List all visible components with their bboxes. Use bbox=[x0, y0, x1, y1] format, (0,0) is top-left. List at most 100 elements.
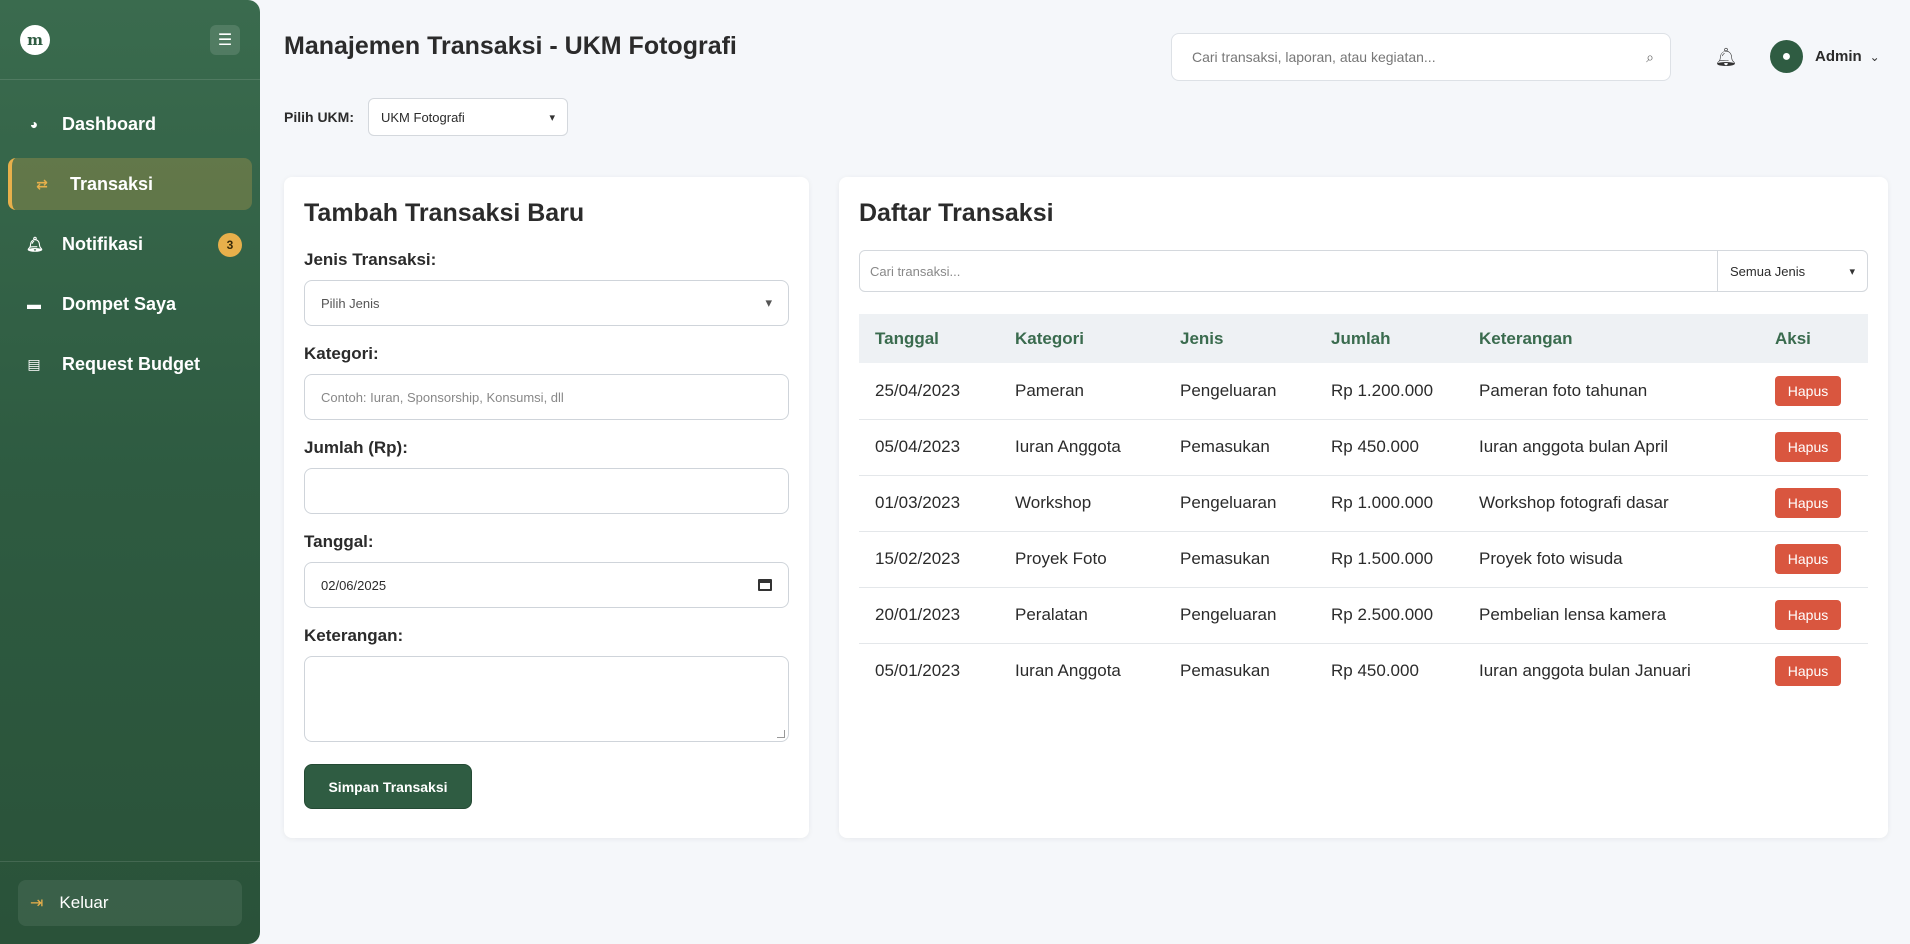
sidebar-item-dompet[interactable]: ▬ Dompet Saya bbox=[0, 278, 260, 330]
cell-aksi: Hapus bbox=[1759, 419, 1868, 476]
column-header-jumlah: Jumlah bbox=[1331, 328, 1391, 348]
cell-keterangan: Workshop fotografi dasar bbox=[1463, 475, 1759, 532]
cell-keterangan: Proyek foto wisuda bbox=[1463, 531, 1759, 588]
logout-label: Keluar bbox=[59, 893, 109, 912]
global-search-placeholder: Cari transaksi, laporan, atau kegiatan..… bbox=[1192, 49, 1436, 65]
cell-tanggal: 05/01/2023 bbox=[875, 661, 961, 681]
cell-jumlah: Rp 2.500.000 bbox=[1315, 587, 1463, 644]
delete-button[interactable]: Hapus bbox=[1775, 488, 1841, 518]
cell-kategori: Iuran Anggota bbox=[999, 419, 1164, 476]
sidebar-footer: ⇥ Keluar bbox=[0, 861, 260, 944]
cell-aksi: Hapus bbox=[1759, 475, 1868, 532]
cell-jumlah: Rp 1.500.000 bbox=[1315, 531, 1463, 588]
exchange-arrows-icon: ⇄ bbox=[36, 175, 48, 192]
cell-kategori: Pameran bbox=[999, 363, 1164, 420]
calendar-icon[interactable] bbox=[758, 579, 772, 591]
cell-tanggal: 20/01/2023 bbox=[859, 587, 999, 644]
column-header-aksi: Aksi bbox=[1775, 328, 1811, 348]
cell-kategori: Peralatan bbox=[999, 587, 1164, 644]
sidebar-item-label: Transaksi bbox=[70, 173, 154, 194]
cell-jumlah: Rp 450.000 bbox=[1331, 661, 1419, 681]
table-row: 20/01/2023 Peralatan Pengeluaran Rp 2.50… bbox=[859, 587, 1868, 644]
table-row: 05/04/2023 Iuran Anggota Pemasukan Rp 45… bbox=[859, 419, 1868, 476]
jenis-select[interactable]: Pilih Jenis ▾ bbox=[304, 280, 789, 326]
cell-keterangan: Pameran foto tahunan bbox=[1463, 363, 1759, 420]
chevron-down-icon: ▾ bbox=[549, 111, 555, 124]
cell-keterangan: Pembelian lensa kamera bbox=[1463, 587, 1759, 644]
jumlah-input[interactable] bbox=[304, 468, 789, 514]
transaction-search-input[interactable]: Cari transaksi... bbox=[859, 250, 1718, 292]
cell-aksi: Hapus bbox=[1759, 363, 1868, 420]
global-search-input[interactable]: Cari transaksi, laporan, atau kegiatan..… bbox=[1171, 33, 1671, 81]
table-row: 01/03/2023 Workshop Pengeluaran Rp 1.000… bbox=[859, 475, 1868, 532]
kategori-placeholder: Contoh: Iuran, Sponsorship, Konsumsi, dl… bbox=[321, 389, 564, 405]
cell-jumlah: Rp 1.200.000 bbox=[1315, 363, 1463, 420]
delete-button[interactable]: Hapus bbox=[1775, 375, 1841, 406]
logout-icon: ⇥ bbox=[30, 895, 44, 912]
delete-button[interactable]: Hapus bbox=[1775, 432, 1841, 462]
wallet-icon: ▬ bbox=[27, 296, 41, 312]
cell-aksi: Hapus bbox=[1759, 643, 1868, 699]
sidebar-item-request-budget[interactable]: ▤ Request Budget bbox=[0, 338, 260, 390]
sidebar: m ☰ ◕ Dashboard ⇄ Transaksi 🔔︎ Notifikas… bbox=[0, 0, 260, 944]
document-icon: ▤ bbox=[27, 355, 41, 372]
delete-button[interactable]: Hapus bbox=[1775, 600, 1841, 630]
sidebar-item-transaksi[interactable]: ⇄ Transaksi bbox=[8, 158, 252, 210]
jenis-label: Jenis Transaksi: bbox=[304, 250, 437, 269]
transaction-table: Tanggal Kategori Jenis Jumlah Keterangan… bbox=[859, 314, 1868, 699]
cell-jumlah: Rp 450.000 bbox=[1315, 419, 1463, 476]
bell-icon: 🔔︎ bbox=[26, 235, 44, 252]
logout-button[interactable]: ⇥ Keluar bbox=[18, 880, 242, 926]
delete-button[interactable]: Hapus bbox=[1775, 544, 1841, 574]
column-header-kategori: Kategori bbox=[1015, 328, 1084, 348]
keterangan-textarea[interactable] bbox=[304, 656, 789, 742]
cell-jenis: Pengeluaran bbox=[1164, 363, 1315, 420]
user-menu[interactable]: ● Admin ⌄ bbox=[1770, 40, 1880, 73]
sidebar-item-label: Request Budget bbox=[62, 353, 201, 374]
sidebar-item-label: Notifikasi bbox=[62, 233, 144, 254]
cell-kategori: Workshop bbox=[999, 475, 1164, 532]
notification-bell-icon[interactable]: 🔔︎ bbox=[1715, 46, 1738, 68]
kategori-input[interactable]: Contoh: Iuran, Sponsorship, Konsumsi, dl… bbox=[304, 374, 789, 420]
cell-jenis: Pemasukan bbox=[1164, 531, 1315, 588]
tanggal-date-input[interactable]: 02/06/2025 bbox=[304, 562, 789, 608]
table-row: 15/02/2023 Proyek Foto Pemasukan Rp 1.50… bbox=[859, 531, 1868, 588]
cell-jenis: Pengeluaran bbox=[1164, 587, 1315, 644]
user-name: Admin bbox=[1815, 48, 1862, 65]
sidebar-item-label: Dompet Saya bbox=[62, 293, 177, 314]
sidebar-item-notifikasi[interactable]: 🔔︎ Notifikasi 3 bbox=[0, 218, 260, 270]
page-title: Manajemen Transaksi - UKM Fotografi bbox=[284, 32, 737, 60]
column-header-jenis: Jenis bbox=[1180, 328, 1224, 348]
jumlah-label: Jumlah (Rp): bbox=[304, 438, 408, 457]
ukm-select[interactable]: UKM Fotografi ▾ bbox=[368, 98, 568, 136]
chevron-down-icon: ⌄ bbox=[1869, 49, 1880, 64]
tanggal-value: 02/06/2025 bbox=[321, 577, 387, 593]
ukm-selector-row: Pilih UKM: UKM Fotografi ▾ bbox=[284, 98, 568, 136]
sidebar-item-label: Dashboard bbox=[62, 113, 157, 134]
transaction-list-card: Daftar Transaksi Cari transaksi... Semua… bbox=[839, 177, 1888, 838]
sidebar-item-dashboard[interactable]: ◕ Dashboard bbox=[0, 98, 260, 150]
jenis-filter-value: Semua Jenis bbox=[1730, 263, 1806, 279]
cell-kategori: Proyek Foto bbox=[999, 531, 1164, 588]
cell-keterangan: Iuran anggota bulan Januari bbox=[1479, 661, 1691, 681]
column-header-tanggal: Tanggal bbox=[875, 328, 939, 348]
jenis-select-value: Pilih Jenis bbox=[321, 295, 380, 311]
save-transaction-button[interactable]: Simpan Transaksi bbox=[304, 764, 472, 809]
tanggal-label: Tanggal: bbox=[304, 532, 374, 551]
jenis-filter-select[interactable]: Semua Jenis ▾ bbox=[1718, 250, 1868, 292]
delete-button[interactable]: Hapus bbox=[1775, 656, 1841, 687]
sidebar-nav: ◕ Dashboard ⇄ Transaksi 🔔︎ Notifikasi 3 … bbox=[0, 80, 260, 390]
form-title: Tambah Transaksi Baru bbox=[304, 199, 585, 227]
cell-tanggal: 05/04/2023 bbox=[859, 419, 999, 476]
kategori-label: Kategori: bbox=[304, 344, 379, 363]
search-icon[interactable]: ⌕ bbox=[1646, 49, 1654, 66]
transaction-search-placeholder: Cari transaksi... bbox=[870, 263, 961, 279]
cell-tanggal: 15/02/2023 bbox=[859, 531, 999, 588]
resize-handle[interactable] bbox=[777, 730, 785, 738]
cell-tanggal: 25/04/2023 bbox=[859, 363, 999, 420]
hamburger-icon[interactable]: ☰ bbox=[210, 24, 240, 55]
cell-jumlah: Rp 1.000.000 bbox=[1315, 475, 1463, 532]
cell-tanggal: 01/03/2023 bbox=[859, 475, 999, 532]
cell-aksi: Hapus bbox=[1759, 587, 1868, 644]
table-row: 25/04/2023 Pameran Pengeluaran Rp 1.200.… bbox=[859, 363, 1868, 420]
